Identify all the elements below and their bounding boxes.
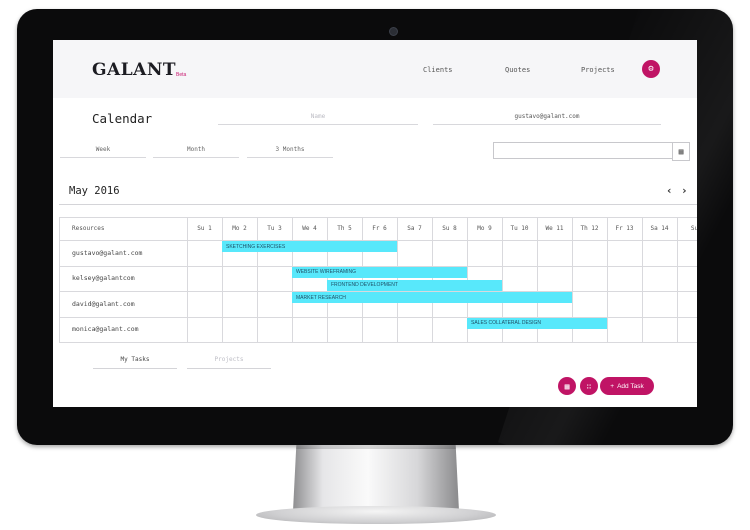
app-logo[interactable]: GALANT bbox=[92, 60, 176, 80]
day-header: Sa 7 bbox=[407, 225, 422, 232]
gantt-chart: Resources Su 1 Mo 2 Tu 3 We 4 Th 5 Fr 6 Sa 7 Su… bbox=[59, 217, 697, 343]
page-title: Calendar bbox=[92, 111, 153, 126]
tab-my-tasks[interactable]: My Tasks bbox=[93, 350, 177, 369]
prev-month-button[interactable]: ‹ bbox=[666, 184, 673, 197]
day-header: Mo 9 bbox=[477, 225, 492, 232]
task-bar[interactable]: FRONTEND DEVELOPMENT bbox=[327, 279, 502, 291]
date-input[interactable] bbox=[493, 142, 673, 159]
dots-view-button[interactable]: ∷ bbox=[580, 377, 598, 395]
task-bar[interactable]: MARKET RESEARCH bbox=[292, 292, 572, 303]
monitor-stand-foot bbox=[256, 506, 496, 524]
nav-quotes[interactable]: Quotes bbox=[505, 66, 530, 74]
calendar-button[interactable]: ▦ bbox=[672, 142, 690, 161]
grid-line-vertical bbox=[59, 217, 60, 342]
task-bar[interactable]: WEBSITE WIREFRAMING bbox=[292, 266, 467, 278]
task-bar[interactable]: SKETCHING EXERCISES bbox=[222, 241, 397, 252]
grid-icon: ▦ bbox=[564, 381, 570, 391]
monitor-stand-neck bbox=[293, 445, 459, 511]
month-label: May 2016 bbox=[69, 185, 120, 197]
day-header: Th 5 bbox=[337, 225, 352, 232]
nav-clients[interactable]: Clients bbox=[423, 66, 453, 74]
add-task-label: Add Task bbox=[617, 382, 644, 390]
add-task-button[interactable]: + Add Task bbox=[600, 377, 654, 395]
dots-grid-icon: ∷ bbox=[586, 381, 592, 391]
calendar-icon: ▦ bbox=[678, 147, 684, 156]
view-tab-week[interactable]: Week bbox=[60, 141, 146, 158]
view-tab-month[interactable]: Month bbox=[153, 141, 239, 158]
resource-label: kelsey@galantcom bbox=[72, 274, 135, 283]
camera-dot bbox=[389, 27, 398, 36]
grid-line-horizontal bbox=[59, 342, 697, 343]
day-header: We 11 bbox=[545, 225, 564, 232]
nav-projects[interactable]: Projects bbox=[581, 66, 615, 74]
day-header: Sa 14 bbox=[650, 225, 669, 232]
resource-label: david@galant.com bbox=[72, 299, 135, 308]
gear-icon: ⚙ bbox=[648, 64, 654, 74]
name-field[interactable]: Name bbox=[218, 108, 418, 125]
resource-label: gustavo@galant.com bbox=[72, 248, 143, 257]
day-header: Th 12 bbox=[580, 225, 599, 232]
day-header: Su 1 bbox=[197, 225, 212, 232]
top-bar: GALANT Beta Clients Quotes Projects ⚙ bbox=[53, 40, 697, 98]
view-tab-3-months[interactable]: 3 Months bbox=[247, 141, 333, 158]
tab-projects[interactable]: Projects bbox=[187, 350, 271, 369]
day-header: Tu 3 bbox=[267, 225, 282, 232]
email-field[interactable]: gustavo@galant.com bbox=[433, 108, 661, 125]
app-screen: GALANT Beta Clients Quotes Projects ⚙ Ca… bbox=[53, 40, 697, 407]
resource-label: monica@galant.com bbox=[72, 325, 139, 334]
divider bbox=[59, 204, 697, 205]
chevron-left-icon: ‹ bbox=[666, 184, 673, 197]
day-header: Su 8 bbox=[442, 225, 457, 232]
day-header: Su bbox=[690, 225, 697, 232]
next-month-button[interactable]: › bbox=[681, 184, 688, 197]
day-header: We 4 bbox=[302, 225, 317, 232]
day-header: Fr 6 bbox=[372, 225, 387, 232]
resources-header: Resources bbox=[72, 225, 105, 232]
settings-button[interactable]: ⚙ bbox=[642, 60, 660, 78]
day-header: Mo 2 bbox=[232, 225, 247, 232]
day-header: Tu 10 bbox=[510, 225, 529, 232]
chevron-right-icon: › bbox=[681, 184, 688, 197]
day-header: Fr 13 bbox=[615, 225, 634, 232]
beta-badge: Beta bbox=[176, 72, 187, 78]
plus-icon: + bbox=[610, 382, 615, 390]
task-bar[interactable]: SALES COLLATERAL DESIGN bbox=[467, 317, 607, 329]
grid-view-button[interactable]: ▦ bbox=[558, 377, 576, 395]
